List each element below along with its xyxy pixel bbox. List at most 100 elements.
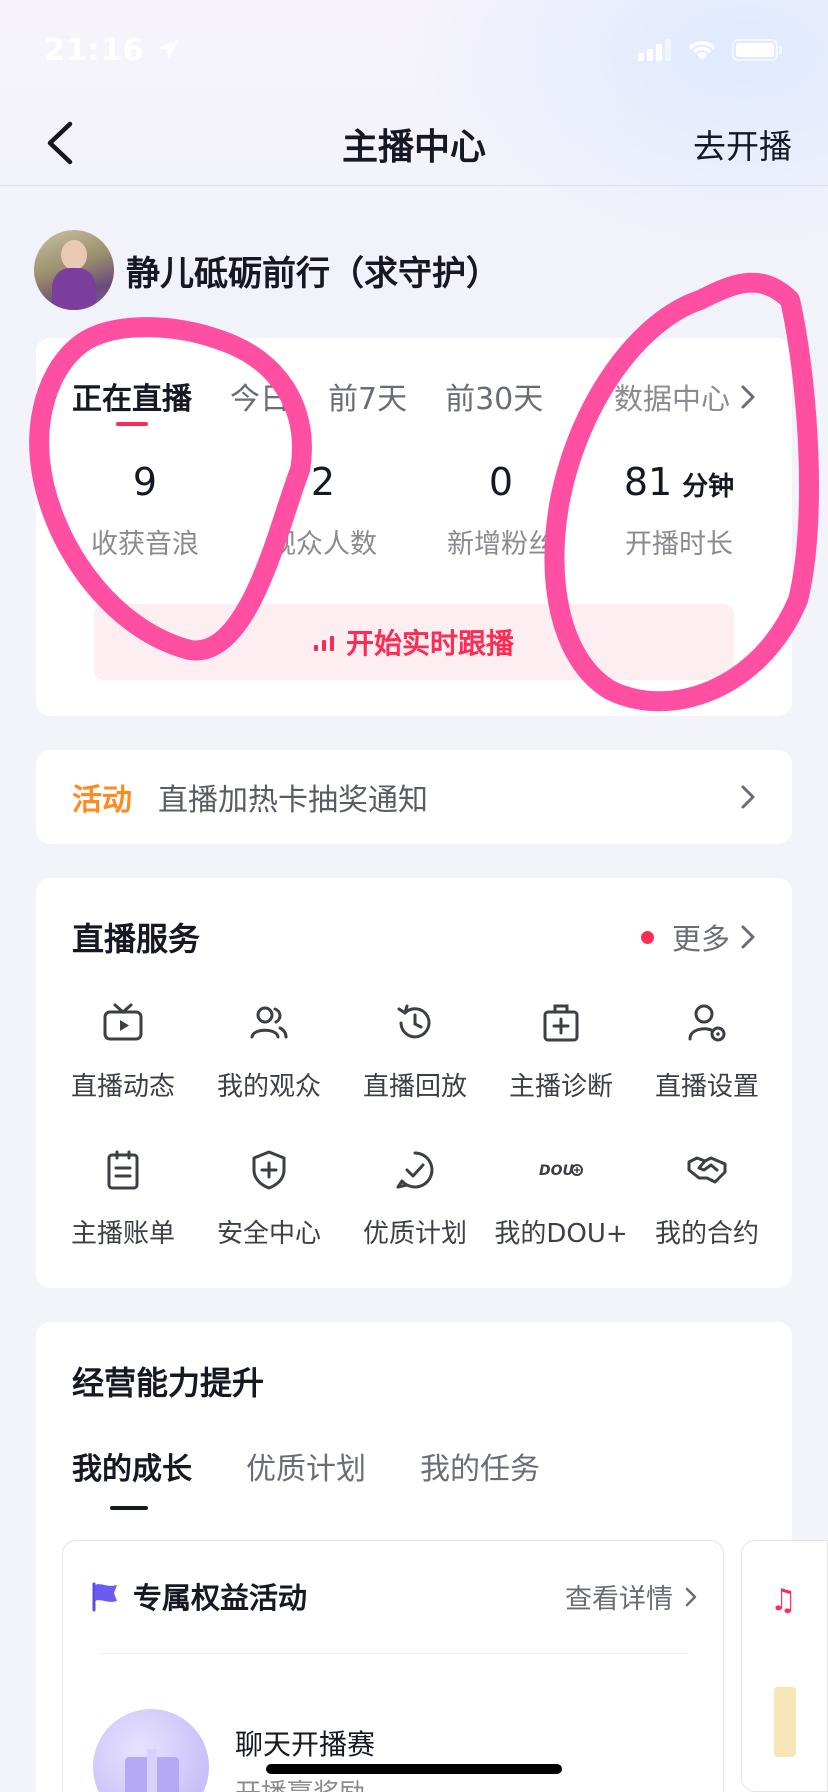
wifi-icon — [688, 41, 716, 60]
metric-value: 9 — [132, 460, 158, 504]
service-settings[interactable]: 直播设置 — [634, 1000, 780, 1103]
exclusive-benefits-card[interactable]: 专属权益活动 查看详情 聊天开播赛 开播赢奖励 — [62, 1540, 724, 1792]
check-circle-icon — [396, 1151, 434, 1189]
service-label: 我的合约 — [654, 1219, 759, 1249]
live-follow-label: 开始实时跟播 — [345, 627, 514, 660]
metric-label: 新增粉丝 — [447, 529, 555, 560]
battery-icon — [732, 39, 782, 61]
home-indicator — [266, 1764, 562, 1774]
metric-value: 81 — [623, 460, 673, 504]
metric-label: 收获音浪 — [91, 529, 199, 560]
service-label: 我的观众 — [216, 1072, 321, 1102]
go-live-button[interactable]: 去开播 — [693, 120, 792, 168]
metric-live-duration[interactable]: 81 分钟 开播时长 — [590, 458, 768, 561]
anchor-name: 静儿砥砺前行（求守护） — [126, 253, 500, 294]
more-services-link[interactable]: 更多 — [640, 916, 756, 958]
service-label: 主播账单 — [70, 1219, 175, 1249]
tab-quality-plan[interactable]: 优质计划 — [246, 1444, 366, 1488]
service-quality-plan[interactable]: 优质计划 — [342, 1147, 488, 1250]
service-my-audience[interactable]: 我的观众 — [196, 1000, 342, 1103]
next-benefit-card[interactable]: ♫ — [741, 1540, 828, 1792]
service-bill[interactable]: 主播账单 — [50, 1147, 196, 1250]
business-growth-card: 经营能力提升 我的成长 优质计划 我的任务 专属权益活动 查看详情 聊天开播赛 … — [36, 1322, 792, 1792]
signal-bars-icon — [313, 636, 334, 651]
section-title: 经营能力提升 — [72, 1364, 265, 1402]
avatar[interactable] — [34, 230, 114, 310]
cellular-signal-icon — [638, 39, 671, 61]
bill-icon — [107, 1150, 139, 1190]
service-label: 我的DOU+ — [494, 1219, 628, 1249]
metric-sound-waves[interactable]: 9 收获音浪 — [56, 458, 234, 561]
start-live-follow-button[interactable]: 开始实时跟播 — [94, 604, 734, 680]
users-icon — [250, 1006, 288, 1039]
view-details-label: 查看详情 — [565, 1584, 673, 1615]
service-label: 优质计划 — [362, 1219, 467, 1249]
status-time: 21:16 — [44, 32, 145, 68]
benefits-header: 专属权益活动 — [89, 1575, 307, 1617]
metric-value: 2 — [310, 460, 336, 504]
metric-new-fans[interactable]: 0 新增粉丝 — [412, 458, 590, 561]
flag-icon — [92, 1582, 117, 1612]
tab-my-tasks[interactable]: 我的任务 — [420, 1444, 540, 1488]
data-center-link[interactable]: 数据中心 — [614, 376, 756, 418]
live-stats-card: 正在直播 今日 前7天 前30天 数据中心 9 收获音浪 2 观众人数 0 新增… — [36, 338, 792, 716]
services-grid: 直播动态 我的观众 直播回放 主播诊断 直播设置 主播账单 安全中心 优质计划 … — [50, 1000, 780, 1250]
chevron-right-icon — [741, 385, 755, 409]
location-arrow-icon — [157, 40, 178, 59]
service-security[interactable]: 安全中心 — [196, 1147, 342, 1250]
service-label: 直播回放 — [362, 1072, 467, 1102]
activity-tag: 活动 — [72, 783, 132, 818]
tab-today[interactable]: 今日 — [230, 374, 290, 418]
status-bar: 21:16 — [0, 0, 828, 100]
activity-text: 直播加热卡抽奖通知 — [158, 783, 428, 818]
metric-unit: 分钟 — [682, 472, 735, 502]
metric-value: 0 — [488, 460, 514, 504]
dou-plus-icon: DOU — [539, 1163, 583, 1179]
notification-dot — [640, 930, 654, 944]
badge-image — [774, 1687, 796, 1757]
metric-label: 开播时长 — [625, 529, 733, 560]
navigation-bar: 主播中心 去开播 — [0, 100, 828, 186]
service-label: 主播诊断 — [508, 1072, 613, 1102]
activity-notice[interactable]: 活动 直播加热卡抽奖通知 — [36, 750, 792, 844]
tab-my-growth[interactable]: 我的成长 — [72, 1444, 192, 1510]
view-details-link[interactable]: 查看详情 — [565, 1577, 697, 1616]
user-settings-icon — [688, 1004, 726, 1042]
live-services-card: 直播服务 更多 直播动态 我的观众 直播回放 主播诊断 直播设置 主播账单 安全… — [36, 878, 792, 1288]
tab-live-now[interactable]: 正在直播 — [72, 374, 192, 426]
benefits-title: 专属权益活动 — [133, 1581, 308, 1615]
medical-kit-icon — [543, 1004, 579, 1042]
service-label: 直播设置 — [654, 1072, 759, 1102]
service-replay[interactable]: 直播回放 — [342, 1000, 488, 1103]
shield-plus-icon — [252, 1150, 286, 1190]
more-label: 更多 — [671, 922, 730, 956]
business-tabs: 我的成长 优质计划 我的任务 — [72, 1444, 594, 1510]
data-center-label: 数据中心 — [613, 382, 730, 416]
music-note-icon: ♫ — [770, 1583, 797, 1618]
metrics-row: 9 收获音浪 2 观众人数 0 新增粉丝 81 分钟 开播时长 — [36, 458, 792, 561]
chevron-right-icon — [685, 1587, 697, 1606]
metric-label: 观众人数 — [269, 529, 377, 560]
service-label: 安全中心 — [216, 1219, 321, 1249]
service-label: 直播动态 — [70, 1072, 175, 1102]
gift-icon — [93, 1709, 209, 1792]
metric-viewers[interactable]: 2 观众人数 — [234, 458, 412, 561]
handshake-icon — [687, 1156, 727, 1184]
divider — [99, 1653, 687, 1654]
svg-text:DOU: DOU — [539, 1163, 575, 1179]
tab-7-days[interactable]: 前7天 — [328, 374, 407, 418]
service-dou-plus[interactable]: DOU 我的DOU+ — [488, 1147, 634, 1250]
stats-period-tabs: 正在直播 今日 前7天 前30天 — [72, 374, 581, 426]
tab-30-days[interactable]: 前30天 — [445, 374, 543, 418]
service-live-feed[interactable]: 直播动态 — [50, 1000, 196, 1103]
history-clock-icon — [397, 1004, 431, 1039]
tv-play-icon — [103, 1003, 143, 1041]
chevron-right-icon — [741, 785, 755, 809]
anchor-profile[interactable]: 静儿砥砺前行（求守护） — [34, 230, 500, 310]
section-title: 直播服务 — [72, 920, 201, 958]
chevron-right-icon — [741, 925, 755, 949]
task-subtitle: 开播赢奖励 — [235, 1773, 365, 1792]
service-contract[interactable]: 我的合约 — [634, 1147, 780, 1250]
service-diagnosis[interactable]: 主播诊断 — [488, 1000, 634, 1103]
task-title: 聊天开播赛 — [235, 1728, 376, 1761]
